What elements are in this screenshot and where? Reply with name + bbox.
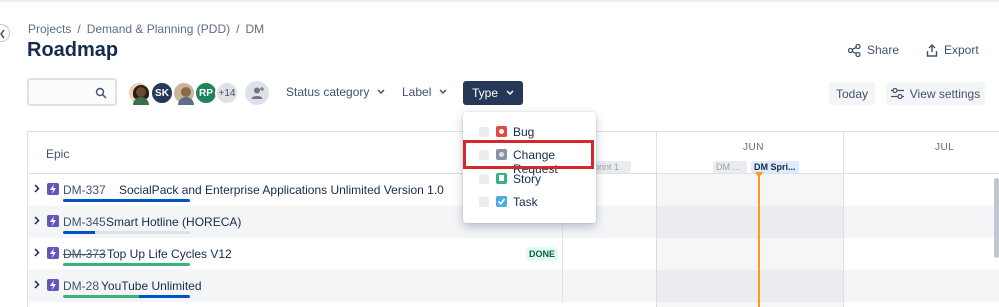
issue-key[interactable]: DM-28 — [63, 279, 99, 293]
option-label: Story — [513, 172, 542, 186]
avatar-shirt — [178, 97, 194, 105]
label-filter-label: Label — [402, 85, 432, 99]
progress-done — [63, 263, 190, 266]
option-label: Bug — [513, 125, 535, 139]
dropdown-option-story[interactable]: Story — [463, 168, 596, 190]
chevron-down-icon — [439, 89, 447, 95]
issue-key[interactable]: DM-345 — [63, 215, 106, 229]
issue-key[interactable]: DM-373 — [63, 247, 106, 261]
share-icon — [848, 43, 861, 57]
avatar[interactable] — [172, 81, 196, 105]
export-label: Export — [944, 43, 979, 57]
export-button[interactable]: Export — [926, 40, 979, 60]
status-category-label: Status category — [286, 85, 370, 99]
month-label: JUN — [743, 142, 764, 153]
current-period-shade — [656, 174, 843, 307]
issue-summary[interactable]: YouTube Unlimited — [101, 279, 202, 293]
sprint-label[interactable]: print 1 — [591, 161, 631, 173]
progress-bar — [63, 263, 190, 266]
breadcrumb: Projects / Demand & Planning (PDD) / DM — [28, 22, 264, 36]
epic-cell: DM-28 YouTube Unlimited — [28, 270, 563, 302]
annotation-highlight-box — [463, 140, 594, 169]
epic-icon — [47, 247, 59, 259]
chevron-right-icon[interactable] — [34, 280, 40, 289]
chevron-left-icon — [0, 29, 5, 39]
avatar[interactable] — [127, 81, 151, 105]
timeline-header: JUN JUL print 1 DM ... DM Spri... — [563, 132, 999, 174]
sliders-icon — [890, 88, 904, 99]
progress-in-progress — [63, 231, 95, 234]
issue-summary[interactable]: Smart Hotline (HORECA) — [106, 215, 241, 229]
checkbox[interactable] — [479, 197, 489, 207]
avatar-face — [136, 87, 146, 97]
avatar-more-count[interactable]: +14 — [215, 81, 239, 105]
month-label: JUL — [935, 142, 955, 153]
breadcrumb-projects[interactable]: Projects — [28, 22, 71, 36]
issue-key[interactable]: DM-337 — [63, 183, 106, 197]
table-row[interactable]: DM-373 Top Up Life Cycles V12 DONE — [28, 238, 999, 270]
progress-todo — [95, 231, 190, 234]
epic-icon — [47, 183, 59, 195]
sidebar-collapse-button[interactable] — [0, 24, 10, 42]
search-icon — [95, 87, 107, 99]
epic-icon — [47, 215, 59, 227]
epic-column-header: Epic — [46, 147, 70, 161]
dropdown-option-task[interactable]: Task — [463, 191, 596, 213]
progress-done — [63, 295, 139, 298]
table-row[interactable]: DM-28 YouTube Unlimited — [28, 270, 999, 302]
option-label: Task — [513, 195, 538, 209]
search-input[interactable] — [27, 78, 117, 106]
status-badge: DONE — [526, 247, 559, 261]
view-settings-label: View settings — [909, 86, 981, 101]
progress-bar — [63, 295, 190, 298]
top-divider — [0, 0, 999, 2]
type-filter[interactable]: Type — [463, 81, 523, 105]
sprint-label[interactable]: DM ... — [713, 161, 747, 173]
checkbox[interactable] — [479, 127, 489, 137]
view-settings-button[interactable]: View settings — [886, 82, 985, 105]
progress-in-progress — [63, 199, 190, 202]
export-icon — [926, 43, 938, 57]
epic-icon — [47, 279, 59, 291]
breadcrumb-project[interactable]: Demand & Planning (PDD) — [87, 22, 230, 36]
chevron-right-icon[interactable] — [34, 248, 40, 257]
chevron-down-icon — [377, 89, 385, 95]
breadcrumb-board[interactable]: DM — [245, 22, 264, 36]
avatar-face — [181, 87, 191, 97]
vertical-scrollbar[interactable] — [994, 178, 999, 258]
roadmap-page: Projects / Demand & Planning (PDD) / DM … — [0, 0, 999, 307]
progress-bar — [63, 199, 190, 202]
type-filter-label: Type — [471, 86, 498, 100]
progress-in-progress — [139, 295, 190, 298]
share-button[interactable]: Share — [848, 40, 899, 60]
issue-summary[interactable]: Top Up Life Cycles V12 — [107, 247, 232, 261]
chevron-down-icon — [506, 90, 514, 96]
avatar[interactable]: SK — [150, 81, 174, 105]
breadcrumb-separator: / — [77, 22, 81, 36]
share-label: Share — [867, 43, 900, 57]
today-line — [758, 174, 760, 307]
issue-summary[interactable]: SocialPack and Enterprise Applications U… — [119, 183, 444, 197]
bug-icon — [496, 126, 507, 137]
chevron-right-icon[interactable] — [34, 216, 40, 225]
task-icon — [496, 196, 507, 207]
month-divider — [843, 132, 844, 307]
progress-bar — [63, 231, 190, 234]
breadcrumb-separator: / — [236, 22, 240, 36]
today-button[interactable]: Today — [829, 82, 875, 105]
add-people-button[interactable] — [245, 81, 269, 105]
status-category-filter[interactable]: Status category — [286, 85, 385, 99]
label-filter[interactable]: Label — [402, 85, 447, 99]
add-person-icon — [251, 87, 264, 99]
epic-cell: DM-373 Top Up Life Cycles V12 DONE — [28, 238, 563, 270]
story-icon — [496, 173, 507, 184]
chevron-right-icon[interactable] — [34, 184, 40, 193]
page-title: Roadmap — [27, 39, 119, 61]
checkbox[interactable] — [479, 174, 489, 184]
